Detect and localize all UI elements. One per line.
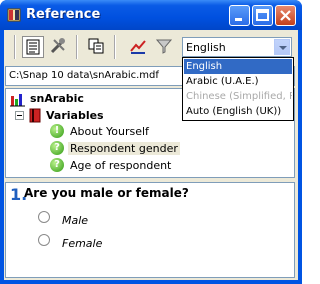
- collapse-icon[interactable]: [15, 111, 24, 120]
- reference-window: Reference English English Arabic (U.A.E.…: [0, 0, 302, 284]
- book-icon: [7, 8, 21, 22]
- language-option-auto[interactable]: Auto (English (UK)): [184, 104, 292, 119]
- language-option-arabic[interactable]: Arabic (U.A.E.): [184, 74, 292, 89]
- properties-button[interactable]: [22, 36, 44, 58]
- radio-female[interactable]: [38, 234, 50, 246]
- close-button[interactable]: [275, 5, 296, 26]
- filter-button[interactable]: [154, 36, 176, 58]
- survey-root-icon: [10, 94, 25, 107]
- toolbar-separator: [114, 35, 116, 59]
- tree-group-variables[interactable]: Variables: [46, 109, 104, 122]
- title-bar[interactable]: Reference: [0, 0, 302, 30]
- toolbar-separator: [76, 35, 78, 59]
- window-title: Reference: [26, 7, 101, 22]
- chart-button[interactable]: [128, 36, 150, 58]
- document-properties-icon: [26, 39, 40, 55]
- book-icon: [29, 108, 41, 123]
- maximize-icon: [256, 9, 269, 21]
- language-select[interactable]: English: [182, 37, 292, 57]
- question-preview: 1. Are you male or female? Male Female: [5, 182, 295, 278]
- toolbar-grip: [14, 35, 16, 59]
- minimize-icon: [235, 18, 242, 21]
- option-male-label: Male: [62, 214, 89, 227]
- maximize-button[interactable]: [252, 5, 273, 26]
- question-icon: ?: [50, 158, 64, 172]
- filter-icon: [155, 39, 173, 54]
- tree-root-label[interactable]: snArabic: [30, 92, 84, 105]
- copy-icon: [88, 38, 104, 54]
- close-icon: [280, 10, 291, 21]
- question-icon: ?: [50, 141, 64, 155]
- radio-male[interactable]: [38, 211, 50, 223]
- dropdown-arrow-icon[interactable]: [274, 39, 290, 55]
- tools-button[interactable]: [48, 36, 70, 58]
- question-text: Are you male or female?: [24, 186, 189, 200]
- file-path-text: C:\Snap 10 data\snArabic.mdf: [9, 70, 159, 81]
- tree-item-respondent-gender[interactable]: Respondent gender: [68, 142, 180, 155]
- window-client: English English Arabic (U.A.E.) Chinese …: [4, 30, 298, 280]
- language-option-chinese: Chinese (Simplified, PR: [186, 91, 292, 102]
- minimize-button[interactable]: [229, 5, 250, 26]
- tree-item-about-yourself[interactable]: About Yourself: [70, 125, 149, 138]
- option-female-label: Female: [62, 237, 103, 250]
- tools-icon: [50, 38, 65, 54]
- question-icon: !: [50, 124, 64, 138]
- language-dropdown-list: English Arabic (U.A.E.) Chinese (Simplif…: [182, 57, 294, 121]
- copy-button[interactable]: [86, 36, 108, 58]
- language-option-english[interactable]: English: [184, 59, 292, 74]
- chart-icon: [130, 40, 146, 54]
- tree-item-age-of-respondent[interactable]: Age of respondent: [70, 159, 171, 172]
- language-select-value: English: [186, 41, 226, 54]
